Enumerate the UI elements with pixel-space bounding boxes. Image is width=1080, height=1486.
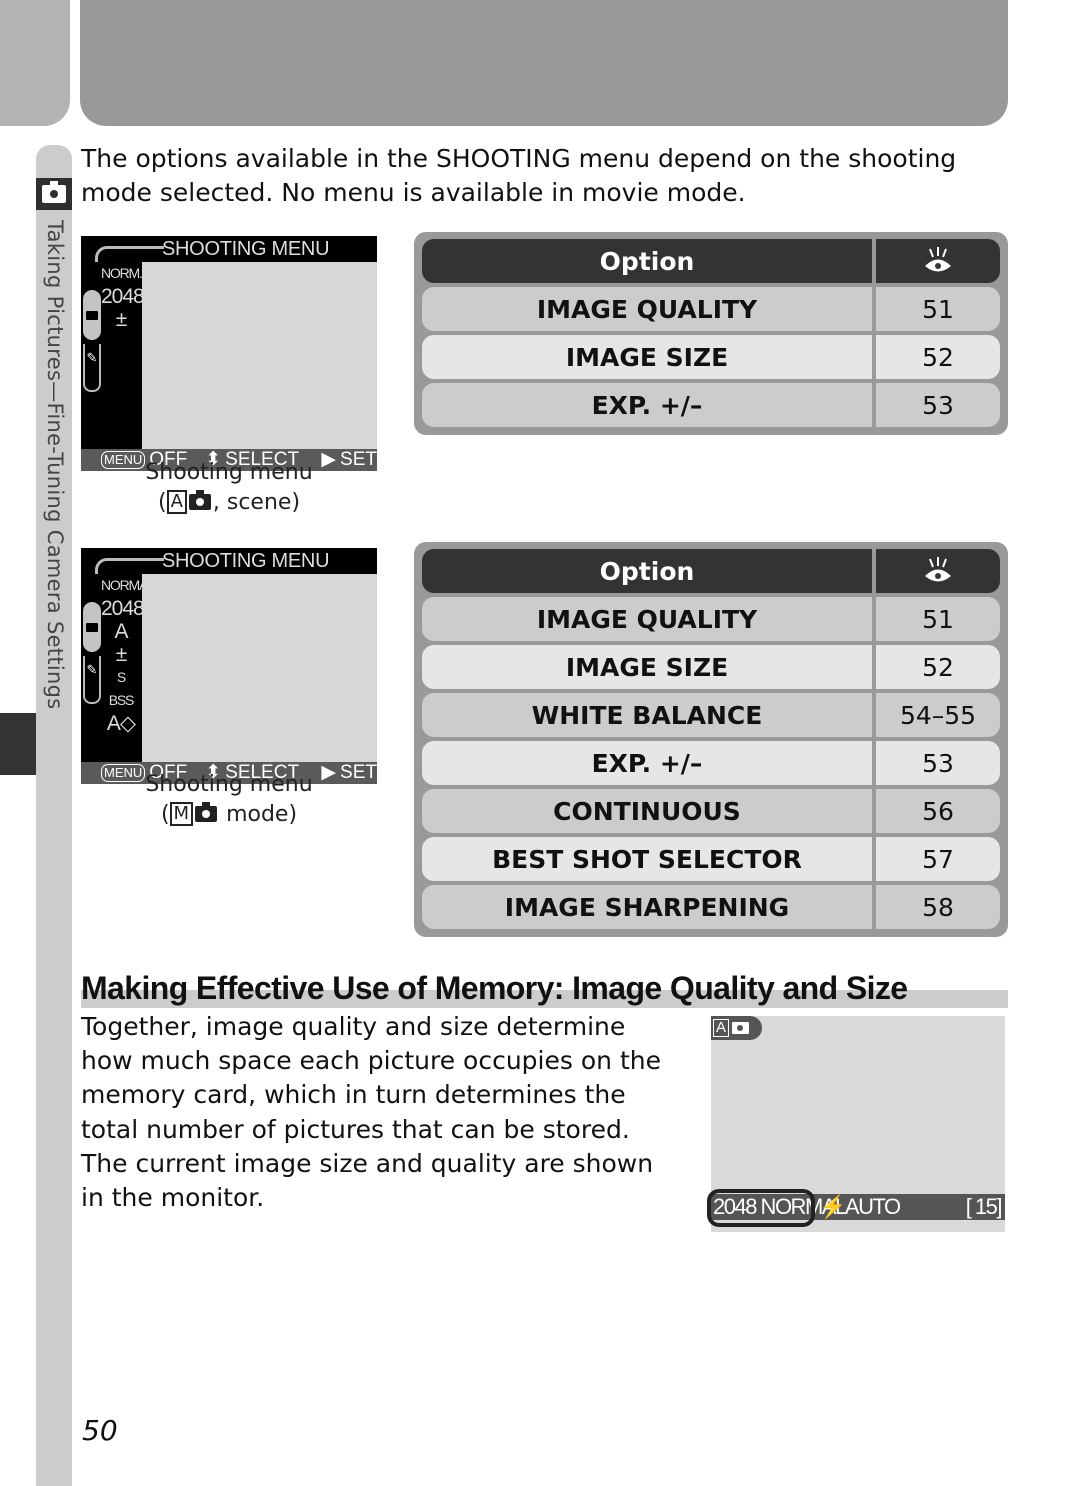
option-name: EXP. +/–: [422, 741, 872, 785]
lcd-menu-area: [142, 262, 377, 449]
size-icon: 2048: [101, 285, 145, 308]
caption-line2: mode): [219, 802, 298, 827]
lcd-menu-icons: NORMAL 2048 A ± S BSS A◇: [101, 574, 155, 735]
table-row: EXP. +/– 53: [422, 741, 1000, 785]
bss-icon: BSS: [108, 692, 135, 708]
flash-mode-indicator: ⚡AUTO: [819, 1194, 901, 1219]
camera-icon: [732, 1022, 750, 1034]
page-reference: 57: [876, 837, 1000, 881]
shooting-tab-camera-icon: [83, 602, 101, 652]
caption-line2: , scene): [212, 490, 301, 515]
page-reference: 54–55: [876, 693, 1000, 737]
monitor-preview: A 2048 NORMAL ⚡AUTO [ 15]: [707, 1016, 1005, 1232]
camera-icon: [188, 490, 211, 510]
lcd-menu-tabs: ✎: [83, 602, 101, 704]
page-reference: 58: [876, 885, 1000, 929]
auto-mode-badge: A: [711, 1016, 762, 1040]
side-tab-camera-icon: [36, 178, 72, 210]
shooting-menu-screen-auto: SHOOTING MENU ✎ NORM. 2048 ± MENU OFF ⬍ …: [81, 236, 377, 471]
option-name: IMAGE SIZE: [422, 335, 872, 379]
caption-line1: Shooting menu: [145, 772, 313, 797]
exposure-comp-icon: ±: [115, 643, 128, 666]
screen-caption-manual: Shooting menu (M mode): [81, 770, 377, 830]
table-header: Option: [422, 549, 1000, 593]
page-reference: 52: [876, 645, 1000, 689]
option-name: IMAGE QUALITY: [422, 597, 872, 641]
option-column-header: Option: [422, 549, 872, 593]
intro-paragraph: The options available in the SHOOTING me…: [81, 144, 957, 207]
setup-tab-wrench-icon: ✎: [83, 344, 101, 392]
page-reference: 51: [876, 287, 1000, 331]
header-banner: [80, 0, 1008, 126]
camera-icon: [195, 802, 218, 822]
table-row: IMAGE SIZE 52: [422, 335, 1000, 379]
lcd-title-bar: SHOOTING MENU: [81, 548, 377, 575]
lcd-menu-tabs: ✎: [83, 290, 101, 392]
table-row: IMAGE QUALITY 51: [422, 597, 1000, 641]
lcd-title: SHOOTING MENU: [162, 550, 330, 572]
white-balance-icon: A: [114, 620, 128, 643]
table-row: IMAGE SIZE 52: [422, 645, 1000, 689]
option-name: WHITE BALANCE: [422, 693, 872, 737]
option-column-header: Option: [422, 239, 872, 283]
screen-caption-auto: Shooting menu (A, scene): [81, 458, 377, 518]
size-icon: 2048: [101, 597, 145, 620]
auto-mode-icon: A: [713, 1019, 730, 1037]
table-row: EXP. +/– 53: [422, 383, 1000, 427]
page-reference: 53: [876, 383, 1000, 427]
caption-line1: Shooting menu: [145, 460, 313, 485]
option-name: IMAGE QUALITY: [422, 287, 872, 331]
page-number: 50: [82, 1414, 118, 1447]
table-row: BEST SHOT SELECTOR 57: [422, 837, 1000, 881]
table-header: Option: [422, 239, 1000, 283]
single-shot-icon: S: [116, 669, 126, 685]
section-heading: Making Effective Use of Memory: Image Qu…: [81, 970, 908, 1006]
page-reference: 52: [876, 335, 1000, 379]
eye-reference-icon: [876, 239, 1000, 283]
page-reference: 53: [876, 741, 1000, 785]
options-table-auto: Option IMAGE QUALITY 51 IMAGE SIZE 52 EX…: [414, 232, 1008, 435]
quality-icon: NORM.: [101, 265, 143, 281]
manual-mode-icon: M: [169, 802, 194, 826]
lcd-menu-area: [142, 574, 377, 762]
lcd-title: SHOOTING MENU: [162, 238, 330, 260]
table-row: IMAGE QUALITY 51: [422, 287, 1000, 331]
header-tab-left: [0, 0, 70, 126]
table-row: WHITE BALANCE 54–55: [422, 693, 1000, 737]
option-name: IMAGE SIZE: [422, 645, 872, 689]
page-reference: 51: [876, 597, 1000, 641]
side-tab-section-label: Taking Pictures—Fine-Tuning Camera Setti…: [43, 220, 67, 710]
table-row: IMAGE SHARPENING 58: [422, 885, 1000, 929]
section-body: Together, image quality and size determi…: [81, 1012, 661, 1213]
auto-mode-icon: A: [166, 490, 187, 514]
sharpening-icon: A◇: [106, 712, 136, 735]
shooting-tab-camera-icon: [83, 290, 101, 340]
quality-icon: NORMAL: [101, 577, 155, 593]
eye-reference-icon: [876, 549, 1000, 593]
option-name: BEST SHOT SELECTOR: [422, 837, 872, 881]
lcd-title-bar: SHOOTING MENU: [81, 236, 377, 263]
options-table-manual: Option IMAGE QUALITY 51 IMAGE SIZE 52 WH…: [414, 542, 1008, 937]
setup-tab-wrench-icon: ✎: [83, 656, 101, 704]
shooting-menu-screen-manual: SHOOTING MENU ✎ NORMAL 2048 A ± S BSS A◇…: [81, 548, 377, 784]
lcd-menu-icons: NORM. 2048 ±: [101, 262, 145, 331]
option-name: CONTINUOUS: [422, 789, 872, 833]
page-reference: 56: [876, 789, 1000, 833]
table-row: CONTINUOUS 56: [422, 789, 1000, 833]
side-tab-marker: [0, 713, 36, 775]
size-quality-highlight: [707, 1189, 815, 1227]
option-name: EXP. +/–: [422, 383, 872, 427]
exposure-comp-icon: ±: [115, 308, 128, 331]
option-name: IMAGE SHARPENING: [422, 885, 872, 929]
frames-remaining: [ 15]: [965, 1194, 1003, 1219]
